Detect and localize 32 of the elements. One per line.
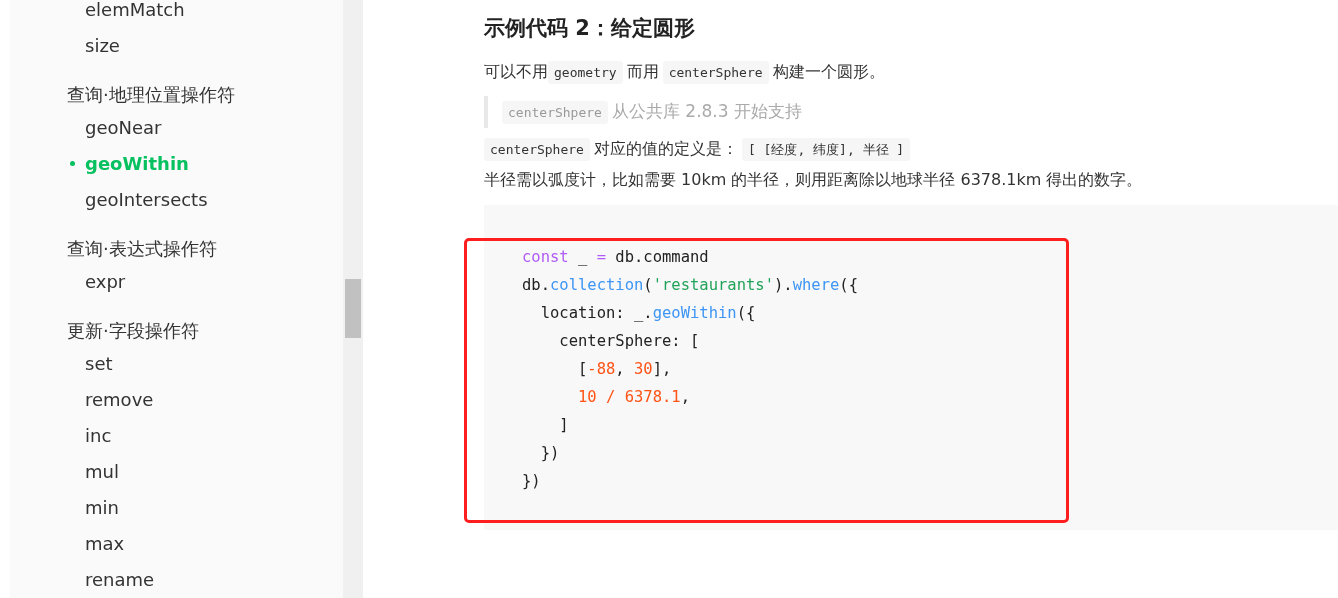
- code-line: [-88, 30],: [577, 359, 672, 380]
- paragraph: 可以不用 geometry 而用 centerSphere 构建一个圆形。: [484, 57, 1338, 88]
- sidebar-item[interactable]: max: [10, 525, 343, 561]
- sidebar-item[interactable]: elemMatch: [10, 0, 343, 27]
- sidebar-heading: 更新·字段操作符: [66, 319, 200, 343]
- code-line: }): [539, 443, 560, 464]
- scrollbar-track[interactable]: [343, 0, 363, 598]
- section-title: 示例代码 2：给定圆形: [484, 15, 696, 42]
- code-line: }): [522, 471, 541, 492]
- code-line: 10 / 6378.1,: [577, 387, 690, 408]
- sidebar-heading: 查询·地理位置操作符: [66, 83, 236, 107]
- sidebar-item[interactable]: set: [10, 345, 343, 381]
- sidebar-item[interactable]: min: [10, 489, 343, 525]
- code-line: ]: [558, 415, 569, 436]
- bullet-icon: [70, 160, 75, 166]
- sidebar-item[interactable]: inc: [10, 417, 343, 453]
- sidebar-heading: 查询·表达式操作符: [66, 237, 218, 261]
- code-line: const _ = db.command: [522, 247, 709, 268]
- scrollbar-thumb[interactable]: [345, 279, 361, 338]
- code-line: location: _.geoWithin({: [539, 303, 756, 324]
- paragraph: centerSphere 对应的值的定义是： [ [经度, 纬度], 半径 ]: [484, 134, 1338, 165]
- paragraph: 半径需以弧度计，比如需要 10km 的半径，则用距离除以地球半径 6378.1km 得出的数字。: [484, 169, 1144, 191]
- sidebar-item[interactable]: remove: [10, 381, 343, 417]
- quote-text: centerShpere 从公共库 2.8.3 开始支持: [502, 96, 1338, 128]
- code-line: centerSphere: [: [558, 331, 700, 352]
- sidebar-item[interactable]: geoNear: [10, 109, 343, 145]
- sidebar-item[interactable]: size: [10, 27, 343, 63]
- sidebar-item[interactable]: expr: [10, 263, 343, 299]
- sidebar-item[interactable]: mul: [10, 453, 343, 489]
- sidebar-item[interactable]: geoIntersects: [10, 181, 343, 217]
- sidebar-item[interactable]: rename: [10, 561, 343, 597]
- code-line: db.collection('restaurants').where({: [522, 275, 858, 296]
